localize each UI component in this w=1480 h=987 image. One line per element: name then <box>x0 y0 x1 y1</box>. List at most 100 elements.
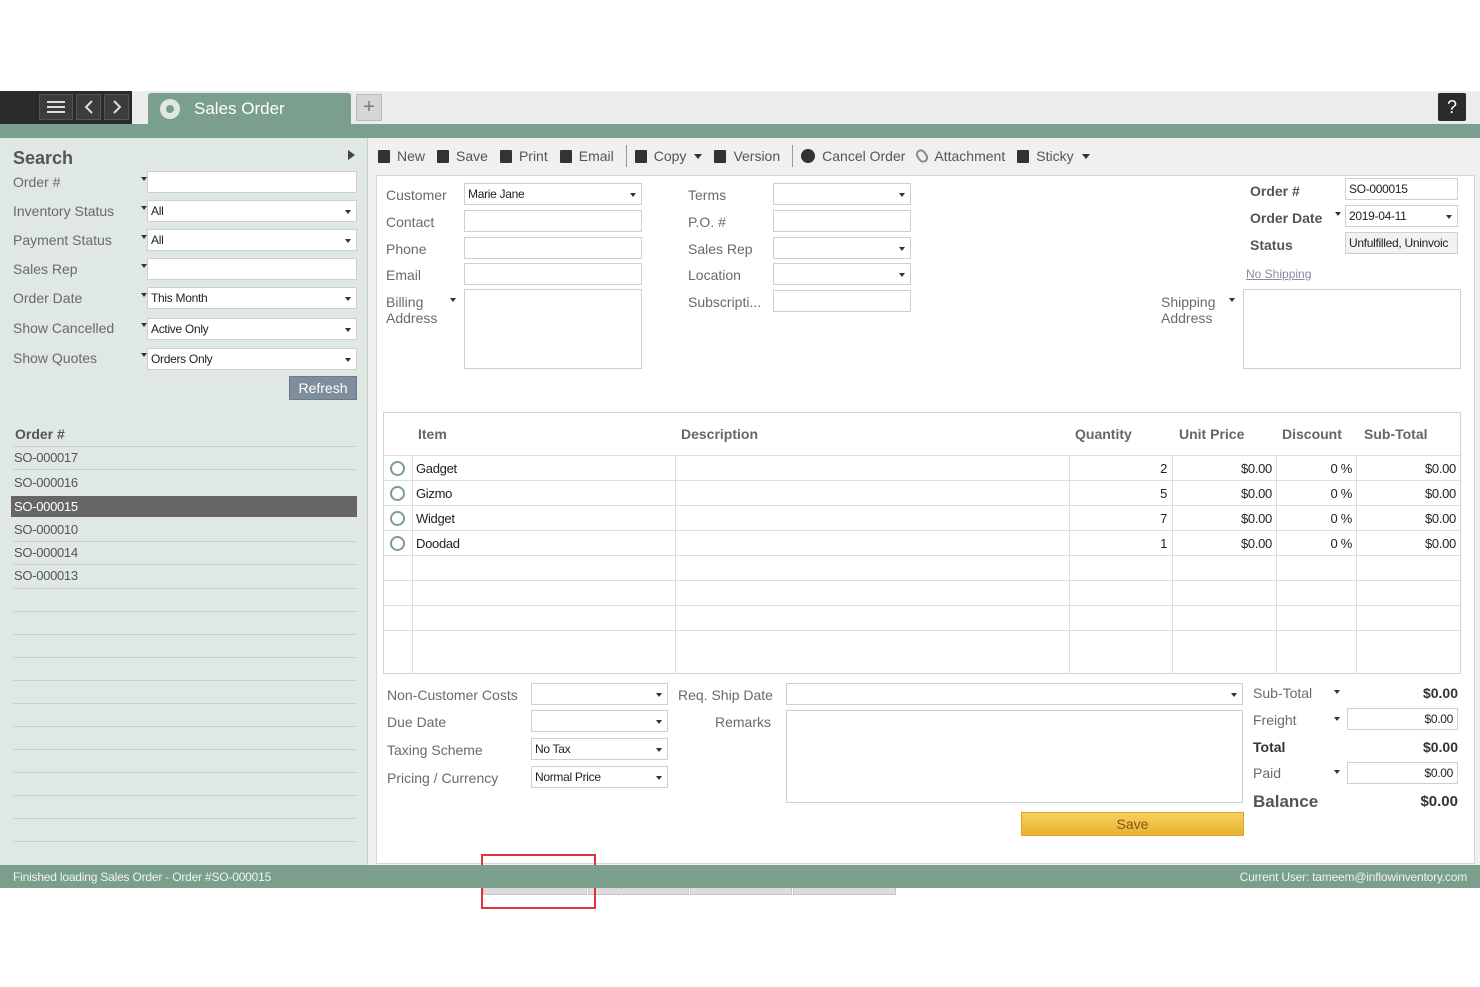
cell-unit-price[interactable]: $0.00 <box>1172 506 1272 531</box>
show-quotes-select[interactable]: Orders Only <box>147 348 357 370</box>
version-button[interactable]: Version <box>714 148 780 164</box>
cell-discount[interactable]: 0 % <box>1276 506 1352 531</box>
remarks-textarea[interactable] <box>786 710 1243 803</box>
paid-input[interactable]: $0.00 <box>1347 762 1458 784</box>
shipping-address-textarea[interactable] <box>1243 289 1461 369</box>
table-row[interactable]: Gadget 2 $0.00 0 % $0.00 <box>384 455 1460 480</box>
row-select-radio[interactable] <box>390 511 405 526</box>
print-icon <box>499 149 512 163</box>
sales-order-icon <box>160 98 180 119</box>
refresh-button[interactable]: Refresh <box>289 376 357 400</box>
no-shipping-link[interactable]: No Shipping <box>1246 267 1311 281</box>
terms-select[interactable] <box>773 183 911 205</box>
order-list-item[interactable]: SO-000014 <box>11 542 357 563</box>
add-tab-button[interactable]: + <box>356 94 382 121</box>
customer-select[interactable]: Marie Jane <box>464 183 642 205</box>
row-select-radio[interactable] <box>390 461 405 476</box>
cell-unit-price[interactable]: $0.00 <box>1172 531 1272 556</box>
order-list-item[interactable]: SO-000016 <box>11 472 357 493</box>
shipping-address-label: Shipping Address <box>1161 294 1216 326</box>
collapse-arrow-icon[interactable] <box>348 150 355 160</box>
new-button[interactable]: New <box>378 148 425 164</box>
col-header-unit-price[interactable]: Unit Price <box>1179 413 1244 455</box>
caret-down-icon[interactable] <box>450 298 456 302</box>
pricing-currency-select[interactable]: Normal Price <box>531 766 668 788</box>
caret-down-icon[interactable] <box>1081 153 1090 159</box>
taxing-scheme-select[interactable]: No Tax <box>531 738 668 760</box>
order-date-select[interactable]: This Month <box>147 287 357 309</box>
order-no-field[interactable]: SO-000015 <box>1345 178 1458 200</box>
copy-button[interactable]: Copy <box>634 148 703 164</box>
caret-down-icon[interactable] <box>1335 212 1341 216</box>
cell-item[interactable]: Gadget <box>416 456 457 481</box>
col-header-subtotal[interactable]: Sub-Total <box>1364 413 1428 455</box>
order-list-item[interactable]: SO-000013 <box>11 565 357 586</box>
inventory-status-select[interactable]: All <box>147 200 357 222</box>
caret-down-icon[interactable] <box>1229 298 1235 302</box>
table-row[interactable]: Widget 7 $0.00 0 % $0.00 <box>384 505 1460 530</box>
version-label: Version <box>733 148 781 164</box>
po-input[interactable] <box>773 210 911 232</box>
due-date-picker[interactable] <box>531 710 668 732</box>
order-no-input[interactable] <box>147 171 357 193</box>
cell-quantity[interactable]: 7 <box>1069 506 1167 531</box>
table-row-empty[interactable] <box>384 555 1460 580</box>
attachment-button[interactable]: Attachment <box>914 147 1005 165</box>
billing-address-textarea[interactable] <box>464 289 642 369</box>
print-button[interactable]: Print <box>499 148 548 164</box>
sales-rep-select[interactable] <box>773 237 911 259</box>
email-button[interactable]: Email <box>559 148 614 164</box>
phone-input[interactable] <box>464 237 642 259</box>
cell-discount[interactable]: 0 % <box>1276 456 1352 481</box>
table-row-empty[interactable] <box>384 605 1460 630</box>
location-select[interactable] <box>773 263 911 285</box>
cell-quantity[interactable]: 1 <box>1069 531 1167 556</box>
col-header-description[interactable]: Description <box>681 413 758 455</box>
forward-button[interactable] <box>104 94 129 120</box>
back-button[interactable] <box>76 94 101 120</box>
contact-input[interactable] <box>464 210 642 232</box>
order-date-picker[interactable]: 2019-04-11 <box>1345 205 1458 227</box>
cell-discount[interactable]: 0 % <box>1276 531 1352 556</box>
save-button[interactable]: Save <box>1021 812 1244 836</box>
row-select-radio[interactable] <box>390 536 405 551</box>
row-select-radio[interactable] <box>390 486 405 501</box>
help-button[interactable]: ? <box>1438 93 1466 121</box>
caret-down-icon[interactable] <box>694 153 703 159</box>
order-list-item[interactable]: SO-000017 <box>11 447 357 468</box>
email-field[interactable] <box>464 263 642 285</box>
cell-quantity[interactable]: 5 <box>1069 481 1167 506</box>
cell-item[interactable]: Gizmo <box>416 481 452 506</box>
show-cancelled-select[interactable]: Active Only <box>147 318 357 340</box>
table-row-empty[interactable] <box>384 630 1460 655</box>
cancel-order-button[interactable]: Cancel Order <box>801 148 905 164</box>
caret-down-icon[interactable] <box>1334 770 1340 774</box>
req-ship-date-picker[interactable] <box>786 683 1243 705</box>
table-row[interactable]: Doodad 1 $0.00 0 % $0.00 <box>384 530 1460 555</box>
table-row-empty[interactable] <box>384 580 1460 605</box>
save-toolbar-button[interactable]: Save <box>437 148 488 164</box>
order-list-item-selected[interactable]: SO-000015 <box>11 496 357 517</box>
payment-status-select[interactable]: All <box>147 229 357 251</box>
col-header-quantity[interactable]: Quantity <box>1075 413 1132 455</box>
subscription-input[interactable] <box>773 290 911 312</box>
sticky-button[interactable]: Sticky <box>1017 148 1090 164</box>
table-row[interactable]: Gizmo 5 $0.00 0 % $0.00 <box>384 480 1460 505</box>
order-list-header[interactable]: Order # <box>15 426 65 442</box>
cell-unit-price[interactable]: $0.00 <box>1172 456 1272 481</box>
tab-sales-order[interactable]: Sales Order <box>148 93 351 124</box>
cell-quantity[interactable]: 2 <box>1069 456 1167 481</box>
non-customer-costs-select[interactable] <box>531 683 668 705</box>
freight-input[interactable]: $0.00 <box>1347 708 1458 730</box>
cell-unit-price[interactable]: $0.00 <box>1172 481 1272 506</box>
cell-discount[interactable]: 0 % <box>1276 481 1352 506</box>
cell-item[interactable]: Widget <box>416 506 455 531</box>
col-header-discount[interactable]: Discount <box>1282 413 1342 455</box>
chevron-left-icon <box>84 100 93 114</box>
sales-rep-input[interactable] <box>147 258 357 280</box>
cell-item[interactable]: Doodad <box>416 531 460 556</box>
order-list-item[interactable]: SO-000010 <box>11 519 357 540</box>
col-header-item[interactable]: Item <box>418 413 447 455</box>
hamburger-menu-button[interactable] <box>39 94 73 120</box>
caret-down-icon[interactable] <box>1334 717 1340 721</box>
